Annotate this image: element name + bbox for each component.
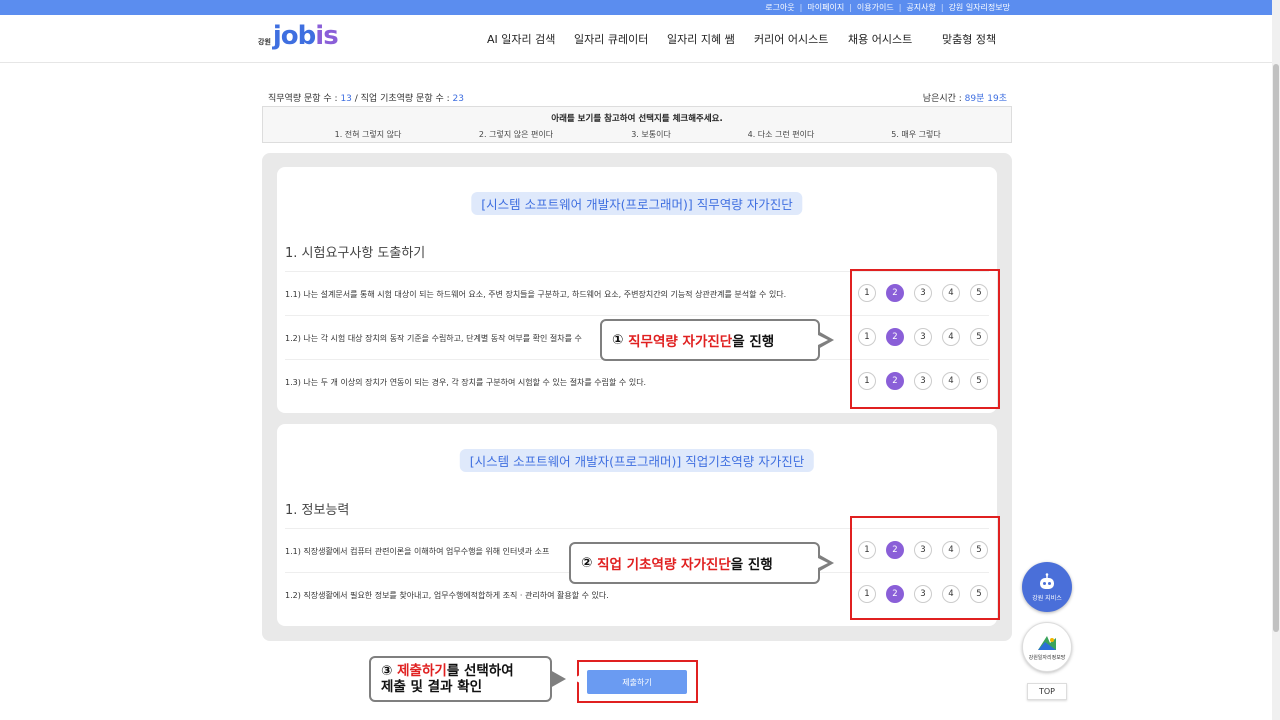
callout-text: 를 선택하여: [446, 663, 514, 679]
logout-link[interactable]: 로그아웃: [765, 2, 794, 13]
section-title: 1. 시험요구사항 도출하기: [285, 246, 426, 261]
top-button[interactable]: TOP: [1027, 683, 1067, 700]
section-title: 1. 정보능력: [285, 503, 350, 518]
guide-link[interactable]: 이용가이드: [857, 2, 894, 13]
callout-text: 을 진행: [732, 334, 775, 350]
remaining-time: 남은시간 : 89분 19초: [923, 91, 1007, 104]
callout-arrow: [816, 331, 834, 349]
guide-option: 5. 매우 그렇다: [891, 130, 941, 139]
count-label-b: 직업 기초역량 문항 수 :: [360, 94, 453, 104]
callout-highlight: 직업 기초역량 자가진단: [597, 557, 731, 573]
count-label-a: 직무역량 문항 수 :: [268, 94, 341, 104]
mypage-link[interactable]: 마이페이지: [807, 2, 844, 13]
count-value-a: 13: [340, 94, 352, 104]
callout-step2: ② 직업 기초역량 자가진단 을 진행: [569, 542, 834, 584]
nav-custom-policy[interactable]: 맞춤형 정책: [942, 31, 996, 47]
job-info-button[interactable]: 강원일자리정보망: [1022, 622, 1072, 672]
question-text: 1.1) 직장생활에서 컴퓨터 관련이론을 이해하여 업무수행을 위해 인터넷과…: [285, 547, 550, 556]
count-value-b: 23: [452, 94, 464, 104]
question-text: 1.3) 나는 두 개 이상의 장치가 연동이 되는 경우, 각 장치를 구분하…: [285, 378, 647, 387]
timer-label: 남은시간 :: [922, 94, 965, 104]
divider: |: [940, 3, 944, 12]
question-text: 1.2) 나는 각 시험 대상 장치의 동작 기준을 수립하고, 단계별 동작 …: [285, 334, 582, 343]
callout-text: 을 진행: [730, 557, 773, 573]
nav-ai-job-search[interactable]: AI 일자리 검색: [487, 31, 555, 47]
gangwon-logo-icon: [1038, 635, 1056, 650]
callout-highlight: 직무역량 자가진단: [628, 334, 733, 350]
card-title: [시스템 소프트웨어 개발자(프로그래머)] 직업기초역량 자가진단: [459, 449, 815, 472]
site-header: 강원 jobis AI 일자리 검색 일자리 큐레이터 일자리 지혜 쌤 커리어…: [0, 15, 1272, 63]
guide-option: 3. 보통이다: [631, 130, 671, 139]
callout-arrow: [816, 554, 834, 572]
answer-guide: 아래를 보기를 참고하여 선택지를 체크해주세요. 1. 전혀 그렇지 않다 2…: [262, 106, 1012, 143]
callout-step3: ③ 제출하기를 선택하여 제출 및 결과 확인: [369, 656, 584, 702]
notice-link[interactable]: 공지사항: [906, 2, 935, 13]
guide-title: 아래를 보기를 참고하여 선택지를 체크해주세요.: [551, 114, 723, 124]
callout-num: ②: [581, 555, 593, 571]
question-text: 1.1) 나는 설계문서를 통해 시험 대상이 되는 하드웨어 요소, 주변 장…: [285, 290, 787, 299]
nav-job-wisdom[interactable]: 일자리 지혜 쌤: [667, 31, 735, 47]
job-info-label: 강원일자리정보망: [1028, 654, 1066, 661]
submit-button[interactable]: 제출하기: [587, 670, 687, 694]
guide-option: 2. 그렇지 않은 편이다: [478, 130, 554, 139]
utility-links: 로그아웃 | 마이페이지 | 이용가이드 | 공지사항 | 강원 일자리정보망: [765, 2, 1010, 13]
timer-value: 89분 19초: [964, 94, 1007, 104]
nav-hiring-assist[interactable]: 채용 어시스트: [848, 31, 912, 47]
guide-option: 4. 다소 그런 편이다: [747, 130, 815, 139]
divider: |: [898, 3, 902, 12]
nav-career-assist[interactable]: 커리어 어시스트: [754, 31, 828, 47]
robot-icon: [1040, 572, 1054, 589]
jobis-chatbot-button[interactable]: 강원 지비스: [1022, 562, 1072, 612]
highlight-box: [850, 269, 1000, 409]
nav-job-curator[interactable]: 일자리 큐레이터: [574, 31, 648, 47]
callout-num: ③: [381, 663, 393, 679]
callout-step1: ① 직무역량 자가진단 을 진행: [600, 319, 834, 361]
callout-line2: 제출 및 결과 확인: [381, 679, 483, 695]
guide-option: 1. 전혀 그렇지 않다: [334, 130, 402, 139]
chatbot-label: 강원 지비스: [1032, 594, 1062, 602]
highlight-box: [850, 516, 1000, 620]
divider: |: [799, 3, 803, 12]
count-sep: /: [351, 94, 361, 104]
top-utility-bar: 로그아웃 | 마이페이지 | 이용가이드 | 공지사항 | 강원 일자리정보망: [0, 0, 1272, 15]
callout-arrow: [550, 670, 584, 688]
question-text: 1.2) 직장생활에서 필요한 정보를 찾아내고, 업무수행에적합하게 조직 ·…: [285, 591, 609, 600]
callout-num: ①: [612, 332, 624, 348]
callout-line1: ③ 제출하기를 선택하여: [381, 663, 514, 679]
main-nav: AI 일자리 검색 일자리 큐레이터 일자리 지혜 쌤 커리어 어시스트 채용 …: [0, 15, 1272, 63]
card-title: [시스템 소프트웨어 개발자(프로그래머)] 직무역량 자가진단: [471, 192, 803, 215]
question-counts: 직무역량 문항 수 : 13 / 직업 기초역량 문항 수 : 23: [268, 91, 464, 104]
job-info-link[interactable]: 강원 일자리정보망: [949, 2, 1010, 13]
scrollbar-thumb[interactable]: [1273, 64, 1279, 632]
callout-highlight: 제출하기: [397, 663, 447, 679]
divider: |: [849, 3, 852, 12]
scrollbar[interactable]: [1272, 0, 1280, 720]
